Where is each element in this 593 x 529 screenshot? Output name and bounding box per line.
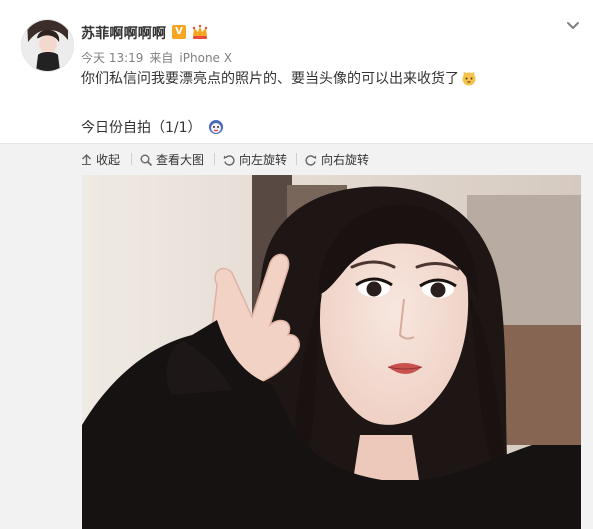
rotate-left-label: 向左旋转 [239, 153, 288, 167]
rotate-left-icon [223, 154, 235, 166]
chevron-down-icon[interactable] [565, 17, 581, 33]
post-source[interactable]: iPhone X [179, 51, 232, 65]
selfie-photo [82, 175, 581, 529]
post-text: 你们私信问我要漂亮点的照片的、要当头像的可以出来收货了 [81, 70, 477, 88]
face-emoji-icon [208, 120, 223, 134]
avatar-image [22, 20, 73, 71]
post-meta: 今天 13:19 来自 iPhone X [81, 49, 238, 66]
vip-badge-icon[interactable]: V [172, 25, 186, 39]
cat-emoji-icon [462, 71, 476, 86]
toolbar-divider [296, 153, 297, 165]
toolbar-divider [214, 153, 215, 165]
rotate-right-button[interactable]: 向右旋转 [305, 151, 369, 168]
view-large-label: 查看大图 [156, 153, 205, 167]
collapse-button[interactable]: 收起 [81, 151, 120, 168]
post-text-content: 你们私信问我要漂亮点的照片的、要当头像的可以出来收货了 [81, 71, 459, 87]
photo-container [0, 173, 593, 529]
photo-caption-text: 今日份自拍（1/1） [81, 120, 202, 136]
photo-caption: 今日份自拍（1/1） [81, 117, 224, 137]
collapse-label: 收起 [96, 153, 121, 167]
rotate-right-icon [305, 154, 317, 166]
image-toolbar: 收起 查看大图 向左旋转 向右旋转 [0, 143, 593, 173]
toolbar-divider [131, 153, 132, 165]
rotate-left-button[interactable]: 向左旋转 [223, 151, 287, 168]
post-photo[interactable] [82, 175, 581, 529]
search-icon [140, 154, 152, 166]
username[interactable]: 苏菲啊啊啊啊 [81, 23, 166, 43]
crown-icon[interactable] [191, 23, 209, 41]
view-large-button[interactable]: 查看大图 [140, 151, 204, 168]
avatar[interactable] [21, 19, 74, 72]
post-time[interactable]: 今天 13:19 [81, 51, 143, 65]
weibo-post: 苏菲啊啊啊啊 V 今天 13:19 来自 iPhone X 你们私信问我要漂亮点的照… [0, 0, 593, 143]
source-prefix: 来自 [149, 51, 174, 65]
rotate-right-label: 向右旋转 [321, 153, 370, 167]
arrow-up-icon [82, 154, 91, 165]
